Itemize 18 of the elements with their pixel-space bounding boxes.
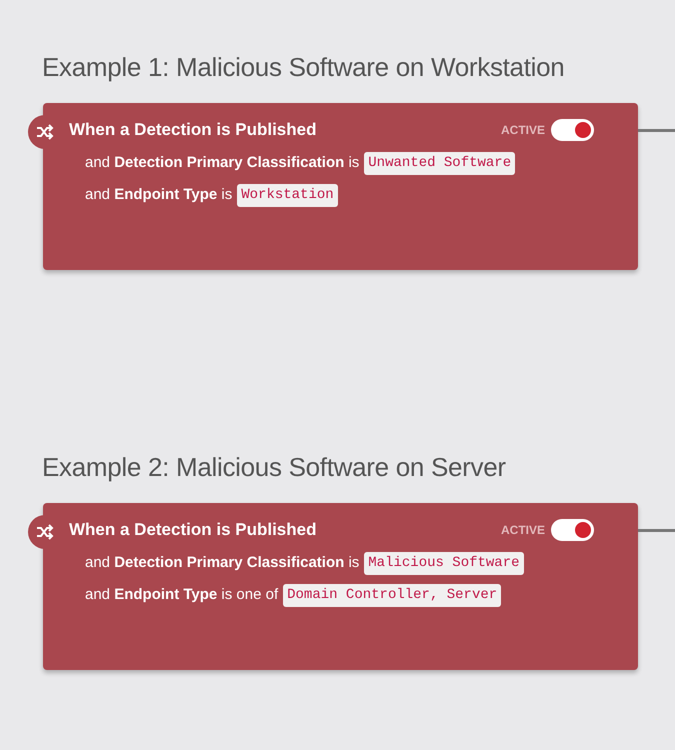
value-tag: Workstation	[237, 184, 338, 207]
condition-text: and Endpoint Type is	[85, 184, 232, 205]
value-tag: Unwanted Software	[364, 152, 516, 175]
connector-line	[638, 129, 675, 132]
toggle-switch[interactable]	[551, 118, 594, 141]
condition-text: and Detection Primary Classification is	[85, 152, 360, 173]
trigger-title: When a Detection is Published	[69, 519, 318, 542]
toggle-switch[interactable]	[551, 518, 594, 541]
connector-line	[638, 529, 675, 532]
value-tag: Malicious Software	[364, 552, 524, 575]
condition-text: and Detection Primary Classification is	[85, 552, 360, 573]
trigger-title: When a Detection is Published	[69, 119, 318, 142]
status-label: ACTIVE	[500, 122, 545, 139]
status-label: ACTIVE	[500, 522, 545, 539]
example-title: Example 1: Malicious Software on Workstation	[42, 52, 566, 84]
condition-text: and Endpoint Type is one of	[85, 584, 278, 605]
value-tag: Domain Controller, Server	[283, 584, 502, 607]
example-title: Example 2: Malicious Software on Server	[42, 452, 507, 484]
